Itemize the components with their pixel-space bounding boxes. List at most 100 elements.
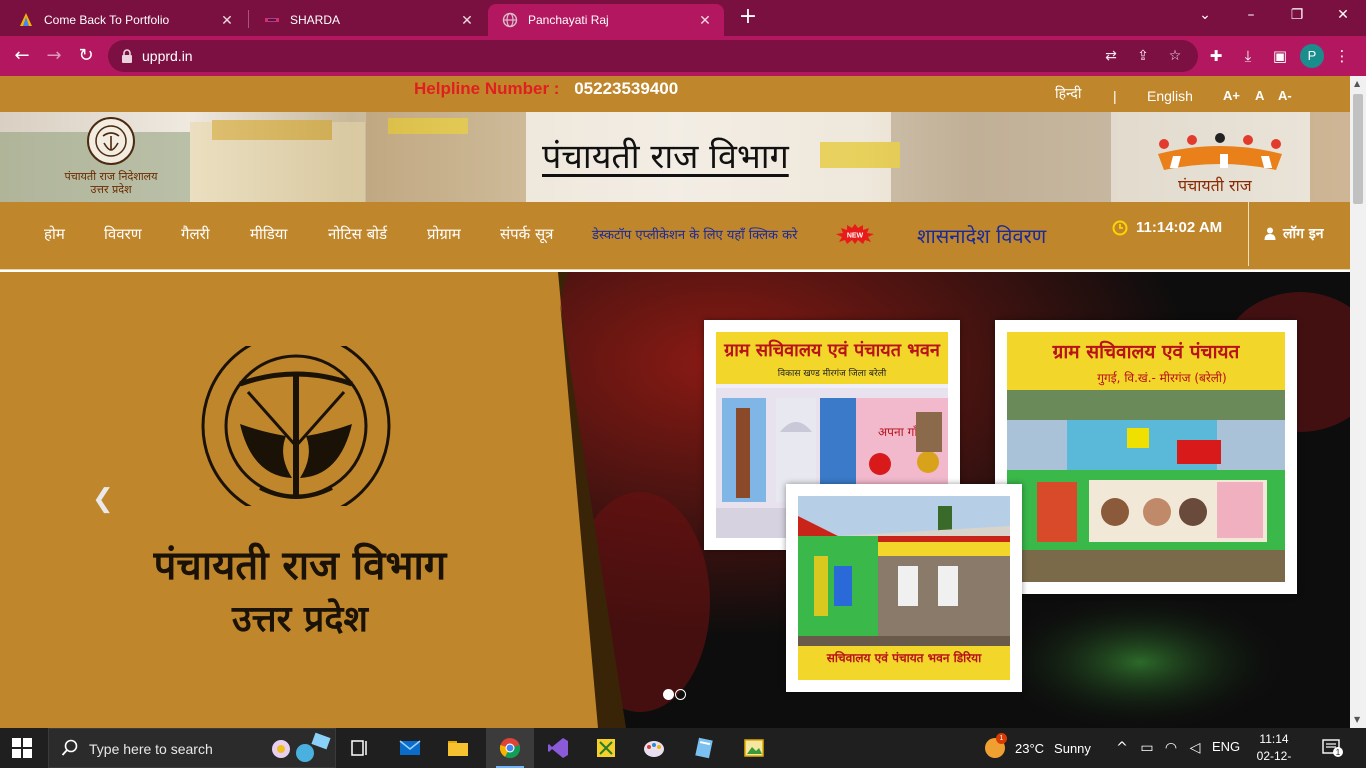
weather-sun-icon: 1 xyxy=(985,733,1007,758)
windows-start-icon[interactable] xyxy=(12,738,32,758)
close-tab-icon[interactable]: ✕ xyxy=(218,11,236,29)
helpline-strip: Helpline Number : 05223539400 हिन्दी | E… xyxy=(0,76,1350,112)
slider-dot-2[interactable] xyxy=(675,689,686,700)
slider-prev-arrow-icon[interactable]: ❮ xyxy=(92,484,114,514)
scrollbar-thumb[interactable] xyxy=(1353,94,1363,204)
nav-gallery[interactable]: गैलरी xyxy=(181,224,210,244)
mail-app-button[interactable] xyxy=(386,728,434,768)
nav-contact[interactable]: संपर्क सूत्र xyxy=(500,224,553,244)
chrome-app-button[interactable] xyxy=(486,728,534,768)
minimize-icon[interactable]: – xyxy=(1228,0,1274,30)
sharda-favicon-icon xyxy=(264,12,280,28)
slide-title-line1: पंचायती राज विभाग xyxy=(153,542,447,589)
taskbar-clock[interactable]: 11:14 02-12-2023 xyxy=(1244,731,1304,782)
chrome-icon xyxy=(499,738,521,759)
close-tab-icon[interactable]: ✕ xyxy=(696,11,714,29)
scroll-down-icon[interactable]: ▼ xyxy=(1354,716,1362,724)
forward-icon[interactable]: → xyxy=(42,44,66,68)
clock-time: 11:14:02 AM xyxy=(1136,219,1223,236)
panchayat-bhawan-photo-2: ग्राम सचिवालय एवं पंचायत गुगई, वि.खं.- म… xyxy=(1007,332,1285,582)
nav-program[interactable]: प्रोग्राम xyxy=(427,224,461,244)
bookmark-star-icon[interactable]: ☆ xyxy=(1166,47,1184,65)
notification-center-icon[interactable]: 1 xyxy=(1322,738,1344,758)
hero-slider: पंचायती राज विभाग उत्तर प्रदेश ❮ ग्राम स… xyxy=(0,272,1350,728)
font-normal-button[interactable]: A xyxy=(1255,88,1264,103)
directorate-logo[interactable]: पंचायती राज निदेशालय उत्तर प्रदेश xyxy=(56,116,166,196)
close-tab-icon[interactable]: ✕ xyxy=(458,11,476,29)
tab-search-chevron-icon[interactable]: ⌄ xyxy=(1182,0,1228,30)
flame-favicon-icon xyxy=(18,12,34,28)
paint-palette-icon xyxy=(644,741,664,757)
wifi-icon[interactable]: ◠ xyxy=(1162,739,1180,757)
visual-studio-button[interactable] xyxy=(534,728,582,768)
tab-panchayati-raj[interactable]: Panchayati Raj ✕ xyxy=(488,4,724,36)
font-increase-button[interactable]: A+ xyxy=(1223,88,1240,103)
search-highlight-icon xyxy=(272,732,331,762)
new-badge-icon: NEW xyxy=(836,224,874,244)
side-panel-icon[interactable]: ▣ xyxy=(1270,46,1290,66)
lock-icon[interactable] xyxy=(120,48,134,64)
download-icon[interactable]: ⤓ xyxy=(1238,46,1258,66)
globe-favicon-icon xyxy=(502,12,518,28)
reload-icon[interactable]: ↻ xyxy=(74,44,98,68)
browser-tab-bar: Come Back To Portfolio ✕ SHARDA ✕ Pancha… xyxy=(0,0,1366,36)
login-label: लॉग इन xyxy=(1283,226,1324,242)
helpline-number[interactable]: 05223539400 xyxy=(574,79,678,98)
url-text: upprd.in xyxy=(142,48,193,64)
tab-title: Come Back To Portfolio xyxy=(44,13,170,27)
folder-icon xyxy=(448,741,468,756)
language-english-link[interactable]: English xyxy=(1147,88,1193,104)
share-icon[interactable]: ⇪ xyxy=(1134,47,1152,65)
header-banner: पंचायती राज निदेशालय उत्तर प्रदेश पंचायत… xyxy=(0,112,1350,202)
nav-notice-board[interactable]: नोटिस बोर्ड xyxy=(328,224,387,244)
slide-photo-2: ग्राम सचिवालय एवं पंचायत गुगई, वि.खं.- म… xyxy=(995,320,1297,594)
snipping-tool-button[interactable] xyxy=(582,728,630,768)
extensions-puzzle-icon[interactable]: ✚ xyxy=(1206,46,1226,66)
weather-widget[interactable]: 1 23°C Sunny xyxy=(985,733,1091,758)
address-bar[interactable]: upprd.in ⇄ ⇪ ☆ xyxy=(108,40,1198,72)
helpline-label: Helpline Number : xyxy=(414,79,560,98)
nav-home[interactable]: होम xyxy=(44,224,65,244)
photo2-sub-text: गुगई, वि.खं.- मीरगंज (बरेली) xyxy=(1097,371,1226,386)
slider-dot-1[interactable] xyxy=(663,689,674,700)
restore-icon[interactable]: ❐ xyxy=(1274,0,1320,30)
panchayati-raj-logo[interactable]: पंचायती राज xyxy=(1150,130,1290,200)
government-orders-link[interactable]: शासनादेश विवरण xyxy=(917,222,1046,249)
taskbar-date: 02-12-2023 xyxy=(1256,749,1292,780)
font-decrease-button[interactable]: A- xyxy=(1278,88,1292,103)
new-tab-icon[interactable]: + xyxy=(736,6,760,30)
tab-sharda[interactable]: SHARDA ✕ xyxy=(250,4,486,36)
photos-app-button[interactable] xyxy=(730,728,778,768)
battery-icon[interactable]: ▭ xyxy=(1138,739,1156,757)
scroll-up-icon[interactable]: ▲ xyxy=(1354,80,1362,88)
close-window-icon[interactable]: ✕ xyxy=(1320,0,1366,30)
file-explorer-button[interactable] xyxy=(434,728,482,768)
snipping-tool-icon xyxy=(597,739,615,757)
web-page: Helpline Number : 05223539400 हिन्दी | E… xyxy=(0,76,1350,728)
tab-title: SHARDA xyxy=(290,13,341,27)
site-title: पंचायती राज विभाग xyxy=(542,137,789,177)
input-language[interactable]: ENG xyxy=(1212,739,1240,754)
taskbar-search-box[interactable]: Type here to search xyxy=(48,728,336,768)
translate-icon[interactable]: ⇄ xyxy=(1102,47,1120,65)
menu-kebab-icon[interactable]: ⋮ xyxy=(1332,46,1352,66)
back-icon[interactable]: ← xyxy=(10,44,34,68)
profile-avatar[interactable]: P xyxy=(1300,44,1324,68)
task-view-button[interactable] xyxy=(336,728,384,768)
paint-app-button[interactable] xyxy=(630,728,678,768)
weather-condition: Sunny xyxy=(1054,740,1091,756)
directorate-name: पंचायती राज निदेशालय xyxy=(64,170,158,183)
tray-overflow-chevron-icon[interactable]: ^ xyxy=(1113,739,1131,757)
tab-portfolio[interactable]: Come Back To Portfolio ✕ xyxy=(4,4,246,36)
language-hindi-link[interactable]: हिन्दी xyxy=(1055,84,1081,103)
slide-title-line2: उत्तर प्रदेश xyxy=(232,598,368,640)
tab-separator xyxy=(248,10,249,28)
volume-icon[interactable]: ◁ xyxy=(1186,739,1204,757)
nav-media[interactable]: मीडिया xyxy=(250,224,287,244)
new-badge-text: NEW xyxy=(847,233,864,240)
notepad-app-button[interactable] xyxy=(680,728,728,768)
page-scrollbar[interactable]: ▲ ▼ xyxy=(1350,76,1366,728)
desktop-app-link[interactable]: डेस्कटॉप एप्लीकेशन के लिए यहाँ क्लिक करे xyxy=(592,225,797,243)
login-button[interactable]: लॉग इन xyxy=(1264,224,1324,243)
nav-details[interactable]: विवरण xyxy=(104,224,142,244)
